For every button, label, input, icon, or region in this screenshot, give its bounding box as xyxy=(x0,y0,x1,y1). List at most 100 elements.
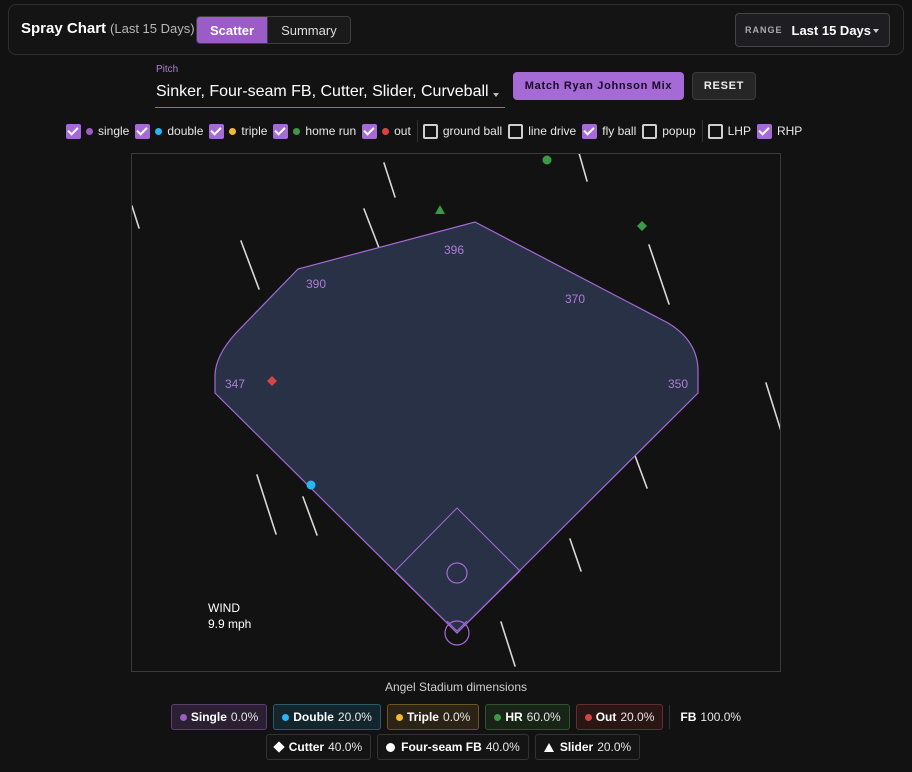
filter-bar: single double triple home run out ground ball… xyxy=(66,120,808,142)
filter-rhp[interactable]: RHP xyxy=(756,123,803,139)
legend-pct: 0.0% xyxy=(230,710,259,724)
filter-label-double: double xyxy=(167,124,204,138)
filter-label-triple: triple xyxy=(241,124,268,138)
circle-icon xyxy=(386,742,396,752)
rain-streak xyxy=(569,538,582,572)
wind-value: 9.9 mph xyxy=(208,617,251,631)
legend-chip-single: Single 0.0% xyxy=(170,704,268,730)
filter-ground-ball[interactable]: ground ball xyxy=(422,123,502,139)
checkbox-fly-ball[interactable] xyxy=(582,123,598,139)
title-subtitle: (Last 15 Days) xyxy=(110,21,195,36)
filter-label-home-run: home run xyxy=(305,124,357,138)
stadium-caption: Angel Stadium dimensions xyxy=(384,680,528,694)
filter-triple[interactable]: triple xyxy=(209,123,268,139)
distance-rf: 350 xyxy=(668,377,688,391)
field-outline xyxy=(214,221,699,634)
filter-home-run[interactable]: home run xyxy=(273,123,357,139)
legend-chip-pitch: Cutter 40.0% xyxy=(265,734,372,760)
legend-pct: 20.0% xyxy=(337,710,372,724)
tab-scatter[interactable]: Scatter xyxy=(197,17,268,43)
pitch-select-value: Sinker, Four-seam FB, Cutter, Slider, Cu… xyxy=(156,83,489,100)
pitch-label: Pitch xyxy=(156,64,179,75)
chevron-down-icon xyxy=(873,29,879,33)
legend-batted-ball: FB 100.0% xyxy=(680,710,741,724)
checkbox-double[interactable] xyxy=(135,123,151,139)
checkbox-home-run[interactable] xyxy=(273,123,289,139)
range-select[interactable]: RANGE Last 15 Days xyxy=(735,13,890,47)
checkbox-popup[interactable] xyxy=(642,123,658,139)
filter-out[interactable]: out xyxy=(362,123,411,139)
filter-single[interactable]: single xyxy=(66,123,130,139)
wind-label: WIND xyxy=(208,601,240,615)
hit-marker-double-circle[interactable] xyxy=(306,480,316,490)
tab-summary[interactable]: Summary xyxy=(267,17,350,43)
range-value: Last 15 Days xyxy=(791,22,872,38)
filter-lhp[interactable]: LHP xyxy=(707,123,751,139)
pitch-select[interactable]: Sinker, Four-seam FB, Cutter, Slider, Cu… xyxy=(155,78,505,108)
legend-name: Out xyxy=(595,710,617,724)
legend-name: FB xyxy=(680,710,697,724)
legend-pct: 20.0% xyxy=(597,740,632,754)
filter-label-out: out xyxy=(394,124,411,138)
home-run-dot-icon xyxy=(293,127,301,135)
tri-icon xyxy=(543,742,554,752)
checkbox-ground-ball[interactable] xyxy=(422,123,438,139)
checkbox-out[interactable] xyxy=(362,123,378,139)
hit-marker-hr-diamond[interactable] xyxy=(637,221,647,231)
legend-name: HR xyxy=(505,710,523,724)
checkbox-single[interactable] xyxy=(66,123,81,139)
distance-lcf: 390 xyxy=(306,277,326,291)
legend-chip-triple: Triple 0.0% xyxy=(386,704,480,730)
filter-double[interactable]: double xyxy=(135,123,204,139)
match-mix-button[interactable]: Match Ryan Johnson Mix xyxy=(513,72,684,100)
filter-label-lhp: LHP xyxy=(727,124,751,138)
filter-line-drive[interactable]: line drive xyxy=(508,123,577,139)
page-title: Spray Chart (Last 15 Days) xyxy=(21,20,195,37)
legend-name: Cutter xyxy=(288,740,325,754)
legend-pct: 100.0% xyxy=(700,710,742,724)
checkbox-rhp[interactable] xyxy=(756,123,772,139)
legend-divider xyxy=(669,705,671,729)
legend-pct: 60.0% xyxy=(526,710,561,724)
filter-label-rhp: RHP xyxy=(776,124,803,138)
legend-pct: 40.0% xyxy=(485,740,520,754)
rain-streak xyxy=(633,452,648,489)
legend-chip-double: Double 20.0% xyxy=(273,704,381,730)
legend-chip-hr: HR 60.0% xyxy=(485,704,570,730)
pitch-legend: Cutter 40.0% Four-seam FB 40.0% Slider 20.0% xyxy=(0,734,912,760)
reset-button[interactable]: RESET xyxy=(692,72,756,100)
triple-dot-icon xyxy=(229,127,237,135)
title-text: Spray Chart xyxy=(21,20,107,37)
legend-chip-out: Out 20.0% xyxy=(575,704,664,730)
out-dot-icon xyxy=(382,127,390,135)
single-dot-icon xyxy=(179,713,187,721)
rain-streak xyxy=(256,474,277,535)
checkbox-lhp[interactable] xyxy=(707,123,723,139)
hr-dot-icon xyxy=(494,713,502,721)
filter-label-line-drive: line drive xyxy=(528,124,577,138)
legend-pct: 0.0% xyxy=(442,710,471,724)
chevron-down-icon xyxy=(493,93,499,97)
distance-rcf: 370 xyxy=(565,292,585,306)
distance-lf: 347 xyxy=(225,377,245,391)
legend-pct: 40.0% xyxy=(328,740,363,754)
checkbox-triple[interactable] xyxy=(209,123,225,139)
range-label: RANGE xyxy=(745,25,783,35)
triple-dot-icon xyxy=(395,713,403,721)
double-dot-icon xyxy=(155,127,163,135)
filter-popup[interactable]: popup xyxy=(642,123,696,139)
rain-streak xyxy=(578,152,588,182)
single-dot-icon xyxy=(86,127,93,135)
rain-streak xyxy=(302,496,318,536)
legend-name: Four-seam FB xyxy=(401,740,482,754)
double-dot-icon xyxy=(282,713,290,721)
filter-fly-ball[interactable]: fly ball xyxy=(582,123,636,139)
filter-label-single: single xyxy=(98,124,130,138)
filter-divider xyxy=(701,120,703,142)
legend-chip-pitch: Slider 20.0% xyxy=(534,734,641,760)
checkbox-line-drive[interactable] xyxy=(508,123,524,139)
diamond-icon xyxy=(273,741,285,753)
hit-marker-hr-triangle[interactable] xyxy=(435,205,445,214)
rain-streak xyxy=(240,240,260,290)
hit-marker-hr-circle[interactable] xyxy=(542,155,552,165)
